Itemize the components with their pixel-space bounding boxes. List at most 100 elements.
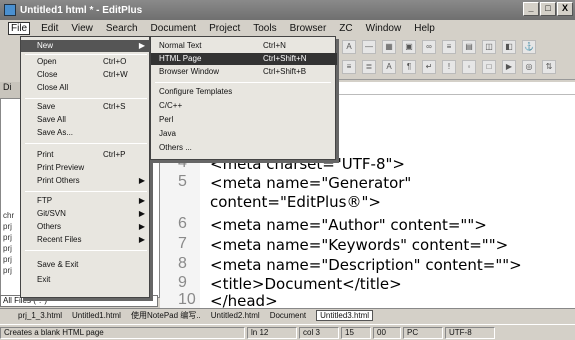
document-tabs: prj_1_3.html Untitled1.html 使用NotePad 编写… [0, 308, 575, 322]
font-color-icon[interactable]: A [382, 60, 396, 74]
menu-zc[interactable]: ZC [337, 23, 354, 34]
file-item[interactable]: prj [3, 255, 12, 264]
script-icon[interactable]: ◧ [502, 40, 516, 54]
menu-search[interactable]: Search [104, 23, 140, 34]
menu-help[interactable]: Help [412, 23, 437, 34]
line-number: 6 [178, 215, 187, 232]
anchor-icon[interactable]: ⚓ [522, 40, 536, 54]
hr-icon[interactable]: — [362, 40, 376, 54]
file-item[interactable]: prj [3, 222, 12, 231]
status-eol: PC [403, 326, 443, 339]
title-bar: Untitled1 html * - EditPlus _ □ X [0, 0, 575, 20]
line-number: 7 [178, 235, 187, 252]
preview-icon[interactable]: ▶ [502, 60, 516, 74]
file-menu: New ▶ Open Ctrl+O Close Ctrl+W Close All Sa… [20, 36, 151, 298]
line-number: 10 [178, 291, 196, 308]
font-size-icon[interactable]: A [342, 40, 356, 54]
image-icon[interactable]: ▣ [402, 40, 416, 54]
menu-item-ftp[interactable]: FTP ▶ [21, 195, 151, 207]
div-icon[interactable]: □ [482, 60, 496, 74]
doc-tab-active[interactable]: Untitled3.html [316, 310, 374, 321]
line-number: 9 [178, 274, 187, 291]
menu-document[interactable]: Document [149, 23, 199, 34]
menu-project[interactable]: Project [207, 23, 242, 34]
align-center-icon[interactable]: ≣ [362, 60, 376, 74]
link-icon[interactable]: ∞ [422, 40, 436, 54]
code-line[interactable]: <meta name="Author" content=""> [210, 216, 487, 234]
code-line[interactable]: <title>Document</title> [210, 275, 402, 293]
menu-window[interactable]: Window [364, 23, 404, 34]
doc-tab[interactable]: Untitled2.html [211, 311, 260, 320]
frame-icon[interactable]: ◫ [482, 40, 496, 54]
code-line[interactable]: content="EditPlus®"> [210, 193, 381, 211]
status-count: 15 [341, 326, 371, 339]
ftp-icon[interactable]: ⇅ [542, 60, 556, 74]
menu-item-new[interactable]: New ▶ [21, 40, 151, 52]
submenu-java[interactable]: Java [151, 128, 337, 140]
status-bar: Creates a blank HTML page ln 12 col 3 15… [0, 324, 575, 340]
menu-item-exit[interactable]: Exit [21, 274, 151, 286]
menu-separator [25, 54, 147, 55]
minimize-button[interactable]: _ [523, 2, 539, 16]
menu-separator [25, 191, 147, 192]
form-icon[interactable]: ▤ [462, 40, 476, 54]
table-icon[interactable]: ▦ [382, 40, 396, 54]
browser-icon[interactable]: ◎ [522, 60, 536, 74]
app-icon [4, 4, 16, 16]
span-icon[interactable]: ◦ [462, 60, 476, 74]
file-item[interactable]: prj [3, 244, 12, 253]
submenu-normal-text[interactable]: Normal Text Ctrl+N [151, 40, 337, 52]
file-item[interactable]: chr [3, 211, 14, 220]
menu-item-save[interactable]: Save Ctrl+S [21, 101, 151, 113]
doc-tab[interactable]: Document [270, 311, 306, 320]
status-line: ln 12 [247, 326, 297, 339]
menu-tools[interactable]: Tools [251, 23, 278, 34]
code-line[interactable]: <meta name="Description" content=""> [210, 256, 522, 274]
menu-item-save-as[interactable]: Save As... [21, 127, 151, 139]
file-item[interactable]: prj [3, 266, 12, 275]
line-number: 5 [178, 173, 187, 190]
submenu-others[interactable]: Others ... [151, 142, 337, 154]
br-icon[interactable]: ↵ [422, 60, 436, 74]
nbsp-icon[interactable]: ¶ [402, 60, 416, 74]
menu-item-print-others[interactable]: Print Others ▶ [21, 175, 151, 187]
menu-item-save-all[interactable]: Save All [21, 114, 151, 126]
menu-item-close[interactable]: Close Ctrl+W [21, 69, 151, 81]
close-button[interactable]: X [557, 2, 573, 16]
menu-item-recent-files[interactable]: Recent Files ▶ [21, 234, 151, 246]
menu-item-print-preview[interactable]: Print Preview [21, 162, 151, 174]
submenu-perl[interactable]: Perl [151, 114, 337, 126]
comment-icon[interactable]: ! [442, 60, 456, 74]
menu-separator [25, 143, 147, 144]
code-line[interactable]: <meta name="Generator" [210, 174, 411, 192]
doc-tab[interactable]: 使用NotePad 编写.. [131, 310, 201, 321]
menu-bar: File Edit View Search Document Project T… [0, 20, 575, 36]
menu-file[interactable]: File [8, 21, 31, 35]
submenu-browser-window[interactable]: Browser Window Ctrl+Shift+B [151, 66, 337, 78]
left-pane-tab[interactable]: Di [0, 82, 22, 98]
submenu-configure-templates[interactable]: Configure Templates [151, 86, 337, 98]
menu-item-save-exit[interactable]: Save & Exit [21, 259, 151, 271]
file-item[interactable]: prj [3, 233, 12, 242]
menu-item-others[interactable]: Others ▶ [21, 221, 151, 233]
list-icon[interactable]: ≡ [442, 40, 456, 54]
align-left-icon[interactable]: ≡ [342, 60, 356, 74]
menu-item-close-all[interactable]: Close All [21, 82, 151, 94]
submenu-html-page[interactable]: HTML Page Ctrl+Shift+N [151, 53, 337, 65]
menu-edit[interactable]: Edit [39, 23, 60, 34]
menu-item-open[interactable]: Open Ctrl+O [21, 56, 151, 68]
code-line[interactable]: <meta name="Keywords" content=""> [210, 236, 508, 254]
status-col: col 3 [299, 326, 339, 339]
doc-tab[interactable]: Untitled1.html [72, 311, 121, 320]
menu-item-git-svn[interactable]: Git/SVN ▶ [21, 208, 151, 220]
menu-separator [25, 250, 147, 251]
submenu-c-cpp[interactable]: C/C++ [151, 100, 337, 112]
doc-tab[interactable]: prj_1_3.html [18, 311, 62, 320]
menu-separator [25, 98, 147, 99]
menu-item-print[interactable]: Print Ctrl+P [21, 149, 151, 161]
menu-browser[interactable]: Browser [288, 23, 329, 34]
status-mode: 00 [373, 326, 401, 339]
menu-view[interactable]: View [69, 23, 95, 34]
maximize-button[interactable]: □ [540, 2, 556, 16]
status-encoding: UTF-8 [445, 326, 495, 339]
